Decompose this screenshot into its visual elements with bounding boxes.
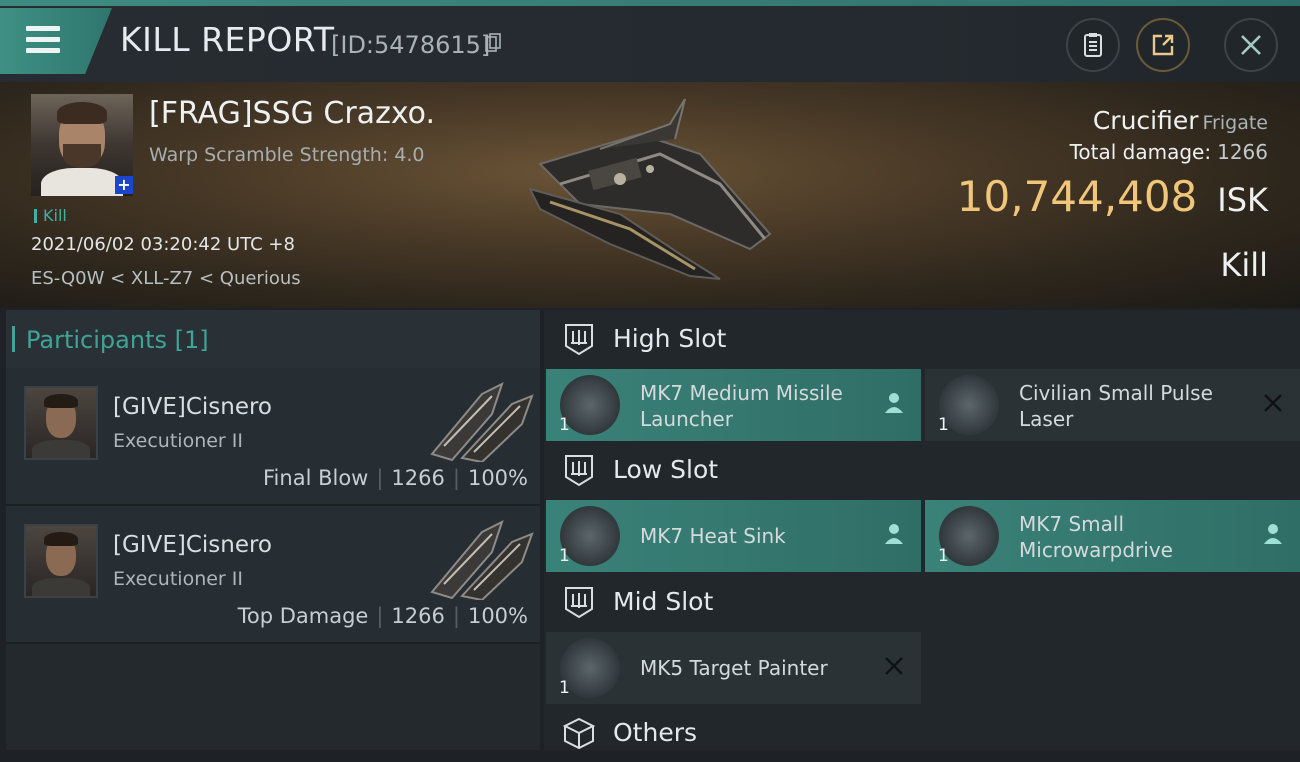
module-name: MK7 Medium Missile Launcher xyxy=(640,381,843,431)
kill-tag: Kill xyxy=(34,206,67,225)
participant-name: [GIVE]Cisnero xyxy=(113,394,273,420)
kill-result: Kill xyxy=(1220,246,1268,284)
total-damage: Total damage: 1266 xyxy=(1070,140,1268,164)
fitted-person-icon xyxy=(885,393,903,413)
module-quantity: 1 xyxy=(559,415,570,435)
total-damage-label: Total damage: xyxy=(1069,140,1212,164)
participant-row[interactable]: [GIVE]Cisnero Executioner II Top Damage |… xyxy=(6,506,540,644)
kill-datetime: 2021/06/02 03:20:42 UTC +8 xyxy=(31,234,295,255)
participant-avatar[interactable] xyxy=(24,524,98,598)
module-quantity: 1 xyxy=(559,546,570,566)
share-icon xyxy=(1152,34,1174,56)
participant-damage: 1266 xyxy=(391,604,445,628)
module-quantity: 1 xyxy=(559,678,570,698)
kill-summary: + [FRAG]SSG Crazxo. Warp Scramble Streng… xyxy=(0,82,1300,308)
participants-header: Participants [1] xyxy=(6,310,540,368)
high-slot-icon xyxy=(565,324,593,356)
report-id: [ID:5478615] xyxy=(331,31,491,59)
module-name: MK5 Target Painter xyxy=(640,656,828,680)
participant-avatar[interactable] xyxy=(24,386,98,460)
mid-slot-icon xyxy=(565,587,593,619)
kill-location[interactable]: ES-Q0W < XLL-Z7 < Querious xyxy=(31,268,301,289)
module-quantity: 1 xyxy=(938,546,949,566)
low-slot-label: Low Slot xyxy=(613,455,719,484)
isk-amount: 10,744,408 xyxy=(956,172,1198,221)
participant-ship: Executioner II xyxy=(113,430,243,452)
participants-panel: Participants [1] [GIVE]Cisnero Execution… xyxy=(6,310,540,750)
total-damage-value: 1266 xyxy=(1217,140,1268,164)
mid-slot-header: Mid Slot xyxy=(544,573,1300,631)
participant-stats: Final Blow | 1266 | 100% xyxy=(263,466,528,490)
participant-stats: Top Damage | 1266 | 100% xyxy=(237,604,528,628)
page-title: KILL REPORT xyxy=(120,20,335,59)
low-slot-icon xyxy=(565,455,593,487)
victim-ship[interactable]: Crucifier Frigate xyxy=(1093,106,1268,135)
hamburger-icon xyxy=(26,26,60,56)
accent-line xyxy=(0,0,1300,6)
fitted-person-icon xyxy=(1264,524,1282,544)
participant-percent: 100% xyxy=(467,466,528,490)
add-contact-icon[interactable]: + xyxy=(115,176,133,194)
warp-scramble-strength: Warp Scramble Strength: 4.0 xyxy=(149,144,425,166)
low-slot-header: Low Slot xyxy=(544,441,1300,499)
victim-ship-image xyxy=(528,98,772,280)
module-item[interactable]: 1 MK7 Heat Sink xyxy=(546,500,921,572)
ship-name: Crucifier xyxy=(1092,106,1199,135)
participant-damage: 1266 xyxy=(391,466,445,490)
participant-role: Top Damage xyxy=(237,604,369,628)
module-item[interactable]: 1 MK7 Small Microwarpdrive xyxy=(925,500,1300,572)
mid-slot-label: Mid Slot xyxy=(613,587,714,616)
fitting-panel: High Slot 1 MK7 Medium Missile Launcher … xyxy=(544,310,1300,750)
module-name: MK7 Small Microwarpdrive xyxy=(1019,512,1173,562)
clipboard-icon xyxy=(1084,33,1102,57)
participants-title: Participants [1] xyxy=(12,326,209,354)
high-slot-label: High Slot xyxy=(613,324,727,353)
participant-ship-image xyxy=(430,520,534,600)
participant-ship-image xyxy=(430,382,534,462)
others-header: Others xyxy=(544,704,1300,762)
victim-name[interactable]: [FRAG]SSG Crazxo. xyxy=(149,96,435,131)
fitted-person-icon xyxy=(885,524,903,544)
cargo-box-icon xyxy=(562,717,596,750)
participant-ship: Executioner II xyxy=(113,568,243,590)
module-name: MK7 Heat Sink xyxy=(640,524,786,548)
module-item[interactable]: 1 MK7 Medium Missile Launcher xyxy=(546,369,921,441)
close-icon xyxy=(1241,35,1261,55)
ship-class: Frigate xyxy=(1202,112,1268,134)
module-name: Civilian Small Pulse Laser xyxy=(1019,381,1213,431)
isk-value: 10,744,408 ISK xyxy=(957,172,1268,221)
participant-percent: 100% xyxy=(467,604,528,628)
others-label: Others xyxy=(613,718,698,747)
high-slot-header: High Slot xyxy=(544,310,1300,368)
header-bar: KILL REPORT [ID:5478615] xyxy=(0,0,1300,82)
destroyed-x-icon xyxy=(1264,394,1282,412)
module-item[interactable]: 1 Civilian Small Pulse Laser xyxy=(925,369,1300,441)
module-quantity: 1 xyxy=(938,415,949,435)
isk-unit: ISK xyxy=(1217,181,1268,219)
participant-name: [GIVE]Cisnero xyxy=(113,532,273,558)
clipboard-button[interactable] xyxy=(1066,18,1120,72)
participant-row[interactable]: [GIVE]Cisnero Executioner II Final Blow |… xyxy=(6,368,540,506)
module-item[interactable]: 1 MK5 Target Painter xyxy=(546,632,921,704)
copy-icon[interactable] xyxy=(485,33,501,53)
participant-role: Final Blow xyxy=(263,466,369,490)
share-button[interactable] xyxy=(1136,18,1190,72)
close-button[interactable] xyxy=(1224,18,1278,72)
menu-button[interactable] xyxy=(0,8,112,74)
destroyed-x-icon xyxy=(885,657,903,675)
